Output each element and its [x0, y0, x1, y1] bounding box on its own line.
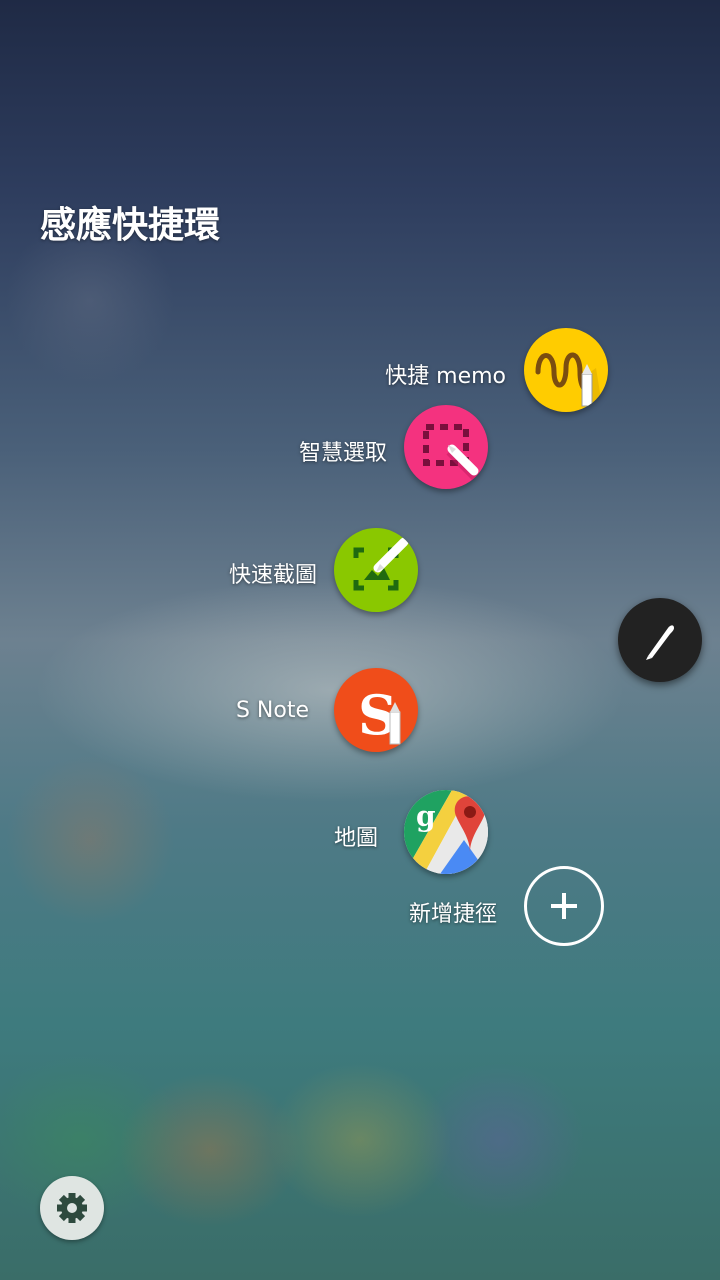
s-note-button[interactable]: S: [334, 668, 418, 752]
screen-write-button[interactable]: [334, 528, 418, 612]
s-note-icon: S: [358, 683, 401, 747]
screen-write-icon: [353, 537, 409, 591]
action-memo-icon: [535, 352, 604, 412]
gear-icon: [57, 1193, 87, 1223]
google-maps-button[interactable]: g: [404, 790, 488, 874]
settings-button[interactable]: [40, 1176, 104, 1240]
shortcut-label-action-memo[interactable]: 快捷 memo: [385, 358, 506, 390]
add-shortcut-label[interactable]: 新增捷徑: [409, 896, 497, 928]
page-title: 感應快捷環: [40, 205, 221, 246]
air-command-pen-button[interactable]: [618, 598, 702, 682]
shortcut-label-s-note[interactable]: S Note: [236, 698, 309, 723]
add-shortcut-button[interactable]: [524, 866, 604, 946]
smart-select-button[interactable]: [404, 405, 488, 489]
action-memo-button[interactable]: [524, 328, 608, 412]
plus-icon: [551, 893, 577, 919]
shortcut-label-smart-select[interactable]: 智慧選取: [299, 435, 387, 467]
smart-select-icon: [423, 424, 484, 485]
google-maps-icon: g: [404, 790, 488, 874]
svg-text:g: g: [416, 800, 436, 833]
shortcut-label-maps[interactable]: 地圖: [334, 820, 378, 852]
pen-icon: [646, 625, 674, 660]
shortcut-label-screen-write[interactable]: 快速截圖: [229, 557, 317, 589]
